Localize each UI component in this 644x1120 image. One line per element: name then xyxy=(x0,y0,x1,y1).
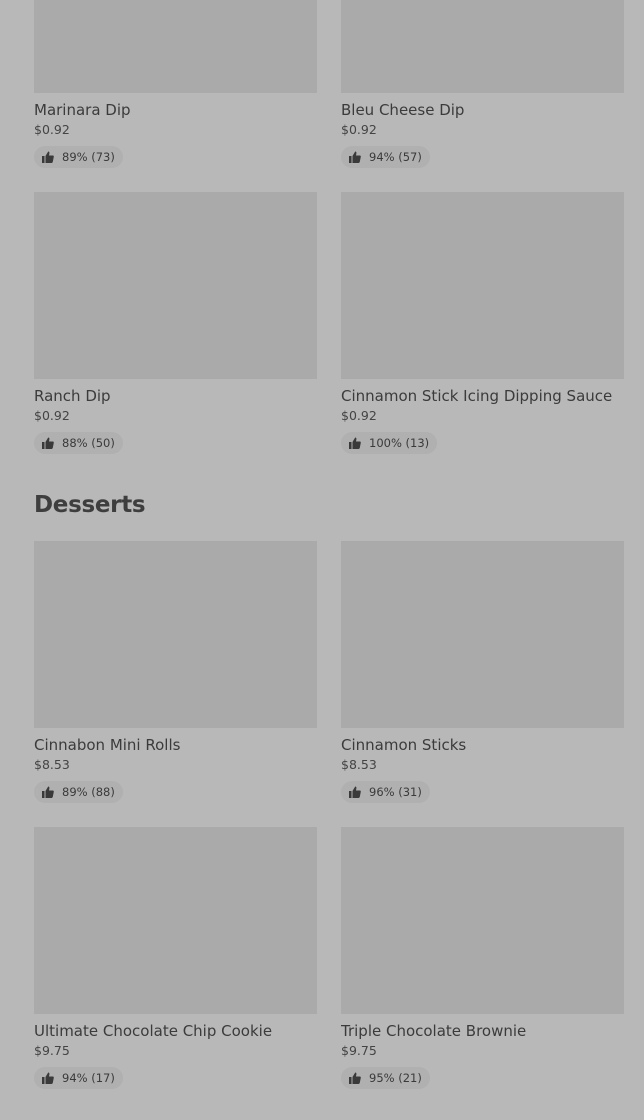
desserts-grid: Cinnabon Mini Rolls $8.53 89% (88) Cinna… xyxy=(34,541,624,1113)
menu-item-card[interactable]: Cinnamon Stick Icing Dipping Sauce $0.92… xyxy=(341,192,624,478)
item-image xyxy=(34,827,317,1014)
thumbs-up-icon xyxy=(42,151,54,163)
item-name: Cinnabon Mini Rolls xyxy=(34,736,181,754)
rating-badge: 94% (57) xyxy=(341,146,430,168)
menu-item-card[interactable]: Marinara Dip $0.92 89% (73) xyxy=(34,0,317,192)
item-name: Cinnamon Sticks xyxy=(341,736,467,754)
rating-text: 89% (73) xyxy=(62,150,115,164)
item-name: Ranch Dip xyxy=(34,387,111,405)
rating-text: 96% (31) xyxy=(369,785,422,799)
thumbs-up-icon xyxy=(349,786,361,798)
item-price: $8.53 xyxy=(341,757,377,772)
item-price: $0.92 xyxy=(34,408,70,423)
menu-item-card[interactable]: Triple Chocolate Brownie $9.75 95% (21) xyxy=(341,827,624,1113)
rating-badge: 89% (88) xyxy=(34,781,123,803)
item-name: Marinara Dip xyxy=(34,101,131,119)
rating-badge: 95% (21) xyxy=(341,1067,430,1089)
rating-badge: 100% (13) xyxy=(341,432,438,454)
item-name: Ultimate Chocolate Chip Cookie xyxy=(34,1022,273,1040)
section-title-desserts: Desserts xyxy=(34,492,146,518)
item-price: $0.92 xyxy=(341,122,377,137)
menu-item-card[interactable]: Cinnamon Sticks $8.53 96% (31) xyxy=(341,541,624,827)
menu-page: Marinara Dip $0.92 89% (73) Bleu Cheese … xyxy=(0,0,644,1120)
thumbs-up-icon xyxy=(349,151,361,163)
item-image xyxy=(34,0,317,93)
rating-text: 89% (88) xyxy=(62,785,115,799)
item-image xyxy=(341,827,624,1014)
item-image xyxy=(34,192,317,379)
rating-badge: 94% (17) xyxy=(34,1067,123,1089)
rating-text: 100% (13) xyxy=(369,436,430,450)
item-image xyxy=(341,0,624,93)
menu-item-card[interactable]: Cinnabon Mini Rolls $8.53 89% (88) xyxy=(34,541,317,827)
item-price: $0.92 xyxy=(341,408,377,423)
item-image xyxy=(341,192,624,379)
item-name: Cinnamon Stick Icing Dipping Sauce xyxy=(341,387,613,405)
item-image xyxy=(34,541,317,728)
rating-badge: 96% (31) xyxy=(341,781,430,803)
rating-badge: 88% (50) xyxy=(34,432,123,454)
item-image xyxy=(341,541,624,728)
rating-text: 94% (17) xyxy=(62,1071,115,1085)
menu-item-card[interactable]: Ranch Dip $0.92 88% (50) xyxy=(34,192,317,478)
thumbs-up-icon xyxy=(349,1072,361,1084)
rating-text: 94% (57) xyxy=(369,150,422,164)
dips-grid: Marinara Dip $0.92 89% (73) Bleu Cheese … xyxy=(34,0,624,478)
thumbs-up-icon xyxy=(349,437,361,449)
item-price: $8.53 xyxy=(34,757,70,772)
menu-item-card[interactable]: Bleu Cheese Dip $0.92 94% (57) xyxy=(341,0,624,192)
rating-text: 88% (50) xyxy=(62,436,115,450)
item-name: Bleu Cheese Dip xyxy=(341,101,465,119)
menu-item-card[interactable]: Ultimate Chocolate Chip Cookie $9.75 94%… xyxy=(34,827,317,1113)
item-price: $9.75 xyxy=(341,1043,377,1058)
rating-badge: 89% (73) xyxy=(34,146,123,168)
thumbs-up-icon xyxy=(42,437,54,449)
item-price: $0.92 xyxy=(34,122,70,137)
thumbs-up-icon xyxy=(42,786,54,798)
thumbs-up-icon xyxy=(42,1072,54,1084)
item-name: Triple Chocolate Brownie xyxy=(341,1022,527,1040)
rating-text: 95% (21) xyxy=(369,1071,422,1085)
item-price: $9.75 xyxy=(34,1043,70,1058)
